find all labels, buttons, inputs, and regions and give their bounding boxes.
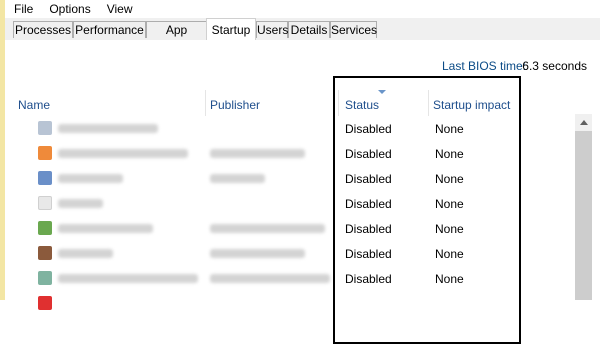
redacted-publisher xyxy=(210,224,325,233)
app-icon xyxy=(38,171,52,185)
tab-services[interactable]: Services xyxy=(330,21,377,38)
redacted-app-name xyxy=(58,274,198,283)
tab-details[interactable]: Details xyxy=(288,21,330,38)
tab-performance[interactable]: Performance xyxy=(73,21,146,38)
menu-file[interactable]: File xyxy=(5,1,40,17)
tab-bar: Processes Performance App history Startu… xyxy=(5,18,600,54)
redacted-publisher xyxy=(210,149,305,158)
vertical-scrollbar[interactable] xyxy=(575,114,592,300)
chevron-up-icon xyxy=(579,120,588,125)
app-icon xyxy=(38,296,52,310)
redacted-app-name xyxy=(58,249,113,258)
scroll-thumb[interactable] xyxy=(575,131,592,300)
scroll-up-button[interactable] xyxy=(575,114,592,131)
app-icon xyxy=(38,146,52,160)
highlight-annotation-box xyxy=(333,76,521,344)
bios-time-label: Last BIOS time: xyxy=(441,59,526,73)
app-icon xyxy=(38,121,52,135)
tab-processes[interactable]: Processes xyxy=(13,21,73,38)
menu-view[interactable]: View xyxy=(98,1,140,17)
menu-bar: File Options View xyxy=(5,0,600,18)
redacted-publisher xyxy=(210,249,305,258)
redacted-app-name xyxy=(58,224,153,233)
app-icon xyxy=(38,221,52,235)
redacted-publisher xyxy=(210,274,330,283)
tab-startup[interactable]: Startup xyxy=(206,18,256,40)
bios-time-value: 6.3 seconds xyxy=(522,59,587,73)
startup-panel: Last BIOS time: 6.3 seconds Name Publish… xyxy=(5,40,600,344)
column-header-name[interactable]: Name xyxy=(18,98,50,112)
tab-users[interactable]: Users xyxy=(256,21,288,38)
tab-app-history[interactable]: App history xyxy=(146,21,207,54)
column-header-publisher[interactable]: Publisher xyxy=(210,98,260,112)
menu-options[interactable]: Options xyxy=(40,1,97,17)
redacted-app-name xyxy=(58,199,103,208)
app-icon xyxy=(38,196,52,210)
column-separator[interactable] xyxy=(205,90,206,116)
redacted-app-name xyxy=(58,174,123,183)
redacted-app-name xyxy=(58,124,158,133)
redacted-app-name xyxy=(58,149,188,158)
app-icon xyxy=(38,246,52,260)
app-icon xyxy=(38,271,52,285)
redacted-publisher xyxy=(210,174,265,183)
